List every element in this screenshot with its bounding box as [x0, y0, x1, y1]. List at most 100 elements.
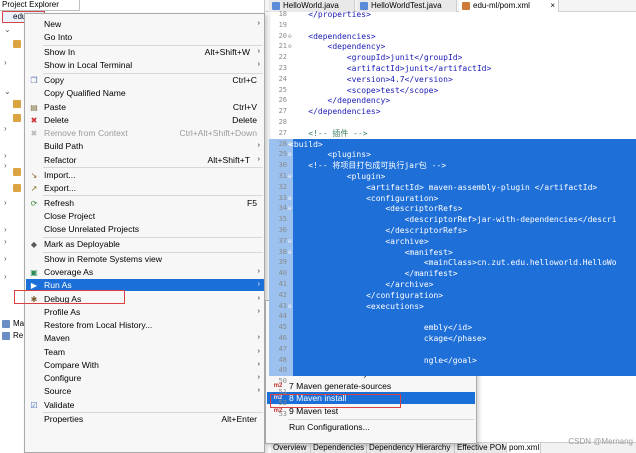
editor-tab-edu-ml-pom-xml[interactable]: edu-ml/pom.xml ×	[459, 0, 559, 12]
menu-item-show-in-remote-systems-view[interactable]: Show in Remote Systems view	[26, 253, 264, 265]
explorer-item[interactable]: Ma	[2, 318, 24, 330]
menu-item-new[interactable]: New ›	[26, 18, 264, 30]
menu-item-label: Paste	[44, 101, 66, 112]
submenu-item-8-maven-install[interactable]: m2 8 Maven install	[267, 392, 475, 405]
line-number: 34	[278, 204, 287, 213]
menu-item-refactor[interactable]: Refactor Alt+Shift+T ›	[26, 154, 264, 166]
line-number: 39	[278, 258, 287, 267]
menu-item-validate[interactable]: ☑ Validate	[26, 399, 264, 411]
menu-item-label: Build Path	[44, 141, 84, 152]
tree-expand-icon[interactable]: ›	[4, 253, 12, 265]
menu-item-configure[interactable]: Configure ›	[26, 372, 264, 384]
submenu-item-run-configurations[interactable]: Run Configurations...	[267, 421, 475, 433]
line-number: 35	[278, 215, 287, 224]
menu-item-maven[interactable]: Maven ›	[26, 332, 264, 344]
bottom-tab-effective-pom[interactable]: Effective POM	[455, 443, 507, 453]
tree-expand-icon[interactable]: ›	[4, 57, 12, 69]
line-number: 26	[278, 96, 287, 105]
coverage-icon: ▣	[30, 268, 38, 278]
tree-expand-icon[interactable]: ›	[4, 160, 12, 172]
menu-item-label: Profile As	[44, 306, 81, 317]
tree-expand-icon[interactable]: ⌄	[4, 86, 12, 98]
menu-item-debug-as[interactable]: ✱ Debug As ›	[26, 293, 264, 305]
menu-item-coverage-as[interactable]: ▣ Coverage As ›	[26, 266, 264, 278]
menu-item-profile-as[interactable]: Profile As ›	[26, 306, 264, 318]
menu-item-label: Show in Remote Systems view	[44, 253, 162, 264]
menu-item-restore-from-local-history[interactable]: Restore from Local History...	[26, 319, 264, 331]
menu-item-copy[interactable]: ❐ Copy Ctrl+C	[26, 74, 264, 86]
submenu-arrow-icon: ›	[257, 307, 260, 315]
line-number: 52	[278, 398, 287, 407]
editor-tab-helloworldtest-java[interactable]: HelloWorldTest.java	[357, 0, 457, 12]
code-line: </properties>	[289, 10, 371, 19]
bottom-tab-overview[interactable]: Overview	[271, 443, 311, 453]
code-line: </dependency>	[289, 96, 391, 106]
menu-item-import[interactable]: ↘ Import...	[26, 169, 264, 181]
menu-item-close-project[interactable]: Close Project	[26, 210, 264, 222]
code-line: </descriptorRefs>	[289, 226, 468, 235]
menu-item-properties[interactable]: Properties Alt+Enter	[26, 413, 264, 425]
menu-item-run-as[interactable]: ▶ Run As ›	[26, 279, 264, 292]
line-number: 24	[278, 74, 287, 83]
tree-expand-icon[interactable]: ›	[4, 236, 12, 248]
line-number: 23	[278, 64, 287, 72]
menu-item-label: Validate	[44, 399, 75, 410]
line-number: 47	[278, 344, 287, 353]
menu-item-copy-qualified-name[interactable]: Copy Qualified Name	[26, 87, 264, 99]
submenu-item-label: Run Configurations...	[289, 422, 370, 433]
line-number: 27	[278, 128, 287, 137]
submenu-item-9-maven-test[interactable]: m2 9 Maven test	[267, 405, 475, 417]
close-tab-icon[interactable]: ×	[550, 0, 555, 11]
line-number: 45	[278, 323, 287, 332]
menu-item-shortcut: Alt+Enter	[221, 414, 257, 425]
run-icon: ▶	[30, 281, 38, 291]
debug-icon: ✱	[30, 294, 38, 304]
submenu-arrow-icon: ›	[257, 347, 260, 355]
tree-expand-icon[interactable]: ⌄	[4, 24, 12, 36]
bottom-tab-dependency-hierarchy[interactable]: Dependency Hierarchy	[367, 443, 455, 453]
code-line: <groupId>junit</groupId>	[289, 53, 463, 63]
menu-item-label: Debug As	[44, 293, 82, 304]
menu-item-team[interactable]: Team ›	[26, 346, 264, 358]
bottom-tab-dependencies[interactable]: Dependencies	[311, 443, 367, 453]
menu-item-delete[interactable]: ✖ Delete Delete	[26, 114, 264, 126]
tree-expand-icon[interactable]: ›	[4, 197, 12, 209]
submenu-arrow-icon: ›	[257, 61, 260, 69]
project-explorer-tab[interactable]: Project Explorer	[0, 0, 80, 11]
tree-expand-icon[interactable]: ›	[4, 123, 12, 135]
menu-item-label: Import...	[44, 169, 76, 180]
menu-item-label: Export...	[44, 182, 76, 193]
deploy-icon: ◆	[30, 240, 38, 249]
line-number: 37	[278, 236, 287, 245]
submenu-arrow-icon: ›	[257, 387, 260, 395]
menu-item-label: Show In	[44, 47, 76, 58]
code-line: </dependencies>	[289, 107, 381, 117]
submenu-separator	[288, 418, 474, 420]
menu-item-build-path[interactable]: Build Path ›	[26, 140, 264, 152]
submenu-arrow-icon: ›	[257, 294, 260, 302]
code-line: <configuration>	[289, 193, 439, 203]
line-number: 42	[278, 290, 287, 299]
line-number: 53	[278, 409, 287, 418]
code-line: <archive>	[289, 236, 429, 246]
code-line: <descriptorRef>jar-with-dependencies</de…	[289, 215, 617, 225]
menu-item-compare-with[interactable]: Compare With ›	[26, 359, 264, 371]
code-line: <artifactId>junit</artifactId>	[289, 64, 492, 73]
menu-item-go-into[interactable]: Go Into	[26, 31, 264, 43]
menu-item-label: Source	[44, 386, 72, 397]
menu-item-close-unrelated-projects[interactable]: Close Unrelated Projects	[26, 223, 264, 235]
tree-expand-icon[interactable]: ›	[4, 224, 12, 236]
menu-item-export[interactable]: ↗ Export...	[26, 182, 264, 194]
explorer-item-label: Ma	[13, 319, 25, 328]
menu-item-mark-as-deployable[interactable]: ◆ Mark as Deployable	[26, 238, 264, 250]
menu-item-paste[interactable]: ▤ Paste Ctrl+V	[26, 101, 264, 113]
tree-expand-icon[interactable]: ›	[4, 271, 12, 283]
menu-item-show-in[interactable]: Show In Alt+Shift+W ›	[26, 46, 264, 58]
menu-item-show-in-local-terminal[interactable]: Show in Local Terminal ›	[26, 59, 264, 71]
menu-item-refresh[interactable]: ⟳ Refresh F5	[26, 197, 264, 209]
menu-item-source[interactable]: Source ›	[26, 385, 264, 397]
line-number: 29	[278, 150, 287, 159]
bottom-tab-pom-xml[interactable]: pom.xml	[507, 443, 541, 453]
submenu-item-7-maven-generate-sources[interactable]: m2 7 Maven generate-sources	[267, 380, 475, 392]
explorer-item[interactable]: Re	[2, 330, 23, 342]
